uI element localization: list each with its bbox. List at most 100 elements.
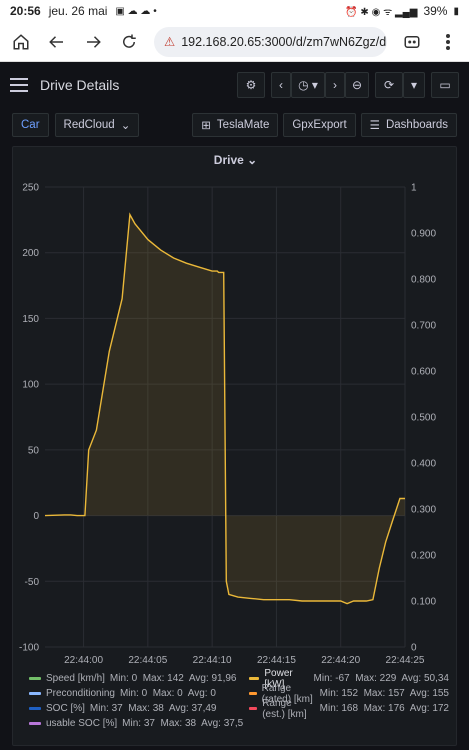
x-tick-label: 22:44:05 bbox=[128, 655, 167, 666]
hamburger-icon[interactable] bbox=[10, 78, 28, 92]
zoom-out-icon: ⊖ bbox=[351, 78, 363, 92]
gear-icon: ⚙ bbox=[245, 78, 257, 92]
legend-series-name: Preconditioning bbox=[46, 688, 115, 699]
legend-swatch bbox=[249, 677, 260, 680]
y-left-tick-label: 150 bbox=[22, 314, 39, 325]
list-icon: ☰ bbox=[369, 120, 380, 132]
drive-chart[interactable]: 250 200 150 100 50 0 -50 -100 1 0.900 0.800 0.700 0.… bbox=[13, 171, 458, 691]
legend-series-name: Range (est.) [km] bbox=[262, 697, 307, 720]
top-nav: Drive Details ⚙ ‹ ◷ ▾ › ⊖ ⟳ ▾ ▭ bbox=[0, 62, 469, 108]
legend-row: SOC [%] Min: 37 Max: 38 Avg: 37,49 Range (… bbox=[29, 698, 449, 720]
x-tick-label: 22:44:20 bbox=[321, 655, 360, 666]
zoom-out-button[interactable]: ⊖ bbox=[345, 72, 369, 98]
y-right-tick-label: 0.100 bbox=[411, 597, 436, 608]
y-right-tick-label: 0 bbox=[411, 643, 417, 654]
reload-icon[interactable] bbox=[118, 31, 140, 53]
y-left-tick-label: -100 bbox=[19, 643, 39, 654]
y-right-tick-label: 0.900 bbox=[411, 229, 436, 240]
legend-item[interactable]: Range (est.) [km] Min: 168 Max: 176 Avg: … bbox=[249, 698, 449, 720]
refresh-icon: ⟳ bbox=[383, 78, 395, 92]
legend-series-name: usable SOC [%] bbox=[46, 718, 118, 729]
tv-mode-button[interactable]: ▭ bbox=[431, 72, 459, 98]
y-right-tick-label: 0.400 bbox=[411, 459, 436, 470]
system-icons: ⏰ ✱ ◉ ᯤ ▂▄▆ bbox=[345, 7, 418, 18]
settings-button[interactable]: ⚙ bbox=[237, 72, 265, 98]
dashboards-link-label: Dashboards bbox=[385, 119, 448, 131]
legend-item[interactable]: SOC [%] Min: 37 Max: 38 Avg: 37,49 bbox=[29, 703, 249, 714]
chevron-down-icon: ⌄ bbox=[247, 153, 258, 167]
chevron-down-icon: ▾ bbox=[410, 78, 418, 92]
notification-icons: ▣ ☁ ☁ • bbox=[115, 5, 157, 17]
dashboards-link[interactable]: ☰ Dashboards bbox=[360, 113, 457, 137]
battery-level: 39% bbox=[423, 4, 448, 18]
y-right-tick-label: 0.800 bbox=[411, 275, 436, 286]
status-bar: 20:56 jeu. 26 mai ▣ ☁ ☁ • ⏰ ✱ ◉ ᯤ ▂▄▆ 39… bbox=[0, 0, 469, 22]
legend-swatch bbox=[29, 722, 41, 725]
gpxexport-link[interactable]: GpxExport bbox=[283, 113, 356, 137]
legend-swatch bbox=[29, 677, 41, 680]
time-forward-button[interactable]: › bbox=[325, 72, 345, 98]
legend-series-name: Speed [km/h] bbox=[46, 673, 105, 684]
menu-dots-icon[interactable] bbox=[437, 31, 459, 53]
chevron-right-icon: › bbox=[333, 78, 337, 92]
y-left-tick-label: 200 bbox=[22, 248, 39, 259]
legend-item[interactable]: Speed [km/h] Min: 0 Max: 142 Avg: 91,96 bbox=[29, 673, 249, 684]
grafana-app: Drive Details ⚙ ‹ ◷ ▾ › ⊖ ⟳ ▾ ▭ Car RedC… bbox=[0, 62, 469, 750]
teslamate-link[interactable]: ⊞ TeslaMate bbox=[192, 113, 279, 137]
car-variable-label: Car bbox=[12, 113, 49, 137]
home-icon[interactable] bbox=[10, 31, 32, 53]
url-text: 192.168.20.65:3000/d/zm7wN6Zgz/drive- bbox=[181, 34, 387, 49]
insecure-icon: ⚠ bbox=[164, 35, 176, 49]
monitor-icon: ▭ bbox=[439, 78, 451, 92]
legend-swatch bbox=[249, 692, 257, 695]
legend-swatch bbox=[29, 707, 41, 710]
time-back-button[interactable]: ‹ bbox=[271, 72, 291, 98]
time-picker-button[interactable]: ◷ ▾ bbox=[291, 72, 325, 98]
y-left-tick-label: 250 bbox=[22, 183, 39, 194]
legend-swatch bbox=[29, 692, 41, 695]
legend-stats: Min: 37 Max: 38 Avg: 37,5 bbox=[122, 718, 244, 729]
legend-stats: Min: 168 Max: 176 Avg: 172 bbox=[319, 703, 449, 714]
clock-icon: ◷ ▾ bbox=[298, 78, 318, 92]
y-left-tick-label: 0 bbox=[33, 511, 39, 522]
x-tick-label: 22:44:00 bbox=[64, 655, 103, 666]
y-right-tick-label: 0.300 bbox=[411, 505, 436, 516]
legend-series-name: SOC [%] bbox=[46, 703, 85, 714]
x-tick-label: 22:44:10 bbox=[193, 655, 232, 666]
address-bar[interactable]: ⚠ 192.168.20.65:3000/d/zm7wN6Zgz/drive- bbox=[154, 26, 387, 57]
chart-legend: Speed [km/h] Min: 0 Max: 142 Avg: 91,96 Po… bbox=[29, 668, 449, 731]
x-tick-label: 22:44:25 bbox=[386, 655, 425, 666]
refresh-button[interactable]: ⟳ bbox=[375, 72, 403, 98]
page-title: Drive Details bbox=[40, 77, 120, 93]
drive-panel: Drive ⌄ 250 200 150 100 50 0 -50 -100 1 0.900 0.80… bbox=[12, 146, 457, 746]
chevron-left-icon: ‹ bbox=[279, 78, 283, 92]
y-left-tick-label: -50 bbox=[25, 577, 40, 588]
teslamate-link-label: TeslaMate bbox=[216, 119, 270, 131]
y-right-tick-label: 0.200 bbox=[411, 551, 436, 562]
forward-icon[interactable] bbox=[82, 31, 104, 53]
date: jeu. 26 mai bbox=[48, 4, 108, 18]
legend-stats: Min: 37 Max: 38 Avg: 37,49 bbox=[89, 703, 217, 714]
battery-icon: ▮ bbox=[453, 5, 459, 17]
y-right-tick-label: 0.500 bbox=[411, 413, 436, 424]
back-icon[interactable] bbox=[46, 31, 68, 53]
reader-mode-icon[interactable] bbox=[401, 31, 423, 53]
browser-toolbar: ⚠ 192.168.20.65:3000/d/zm7wN6Zgz/drive- bbox=[0, 22, 469, 62]
clock: 20:56 bbox=[10, 4, 41, 18]
panel-title: Drive bbox=[213, 153, 244, 167]
x-tick-label: 22:44:15 bbox=[257, 655, 296, 666]
gpxexport-link-label: GpxExport bbox=[292, 119, 347, 131]
legend-item[interactable]: usable SOC [%] Min: 37 Max: 38 Avg: 37,5 bbox=[29, 718, 249, 729]
car-select[interactable]: RedCloud ⌄ bbox=[54, 113, 140, 137]
legend-item[interactable]: Preconditioning Min: 0 Max: 0 Avg: 0 bbox=[29, 688, 249, 699]
panel-header[interactable]: Drive ⌄ bbox=[13, 153, 458, 167]
legend-swatch bbox=[249, 707, 258, 710]
y-right-tick-label: 1 bbox=[411, 183, 417, 194]
y-right-tick-label: 0.600 bbox=[411, 367, 436, 378]
legend-stats: Min: 0 Max: 0 Avg: 0 bbox=[119, 688, 216, 699]
y-right-tick-label: 0.700 bbox=[411, 321, 436, 332]
variables-row: Car RedCloud ⌄ ⊞ TeslaMate GpxExport ☰ D… bbox=[0, 110, 469, 140]
chevron-down-icon: ⌄ bbox=[120, 120, 131, 132]
y-left-tick-label: 50 bbox=[28, 445, 40, 456]
refresh-interval-dropdown[interactable]: ▾ bbox=[403, 72, 425, 98]
